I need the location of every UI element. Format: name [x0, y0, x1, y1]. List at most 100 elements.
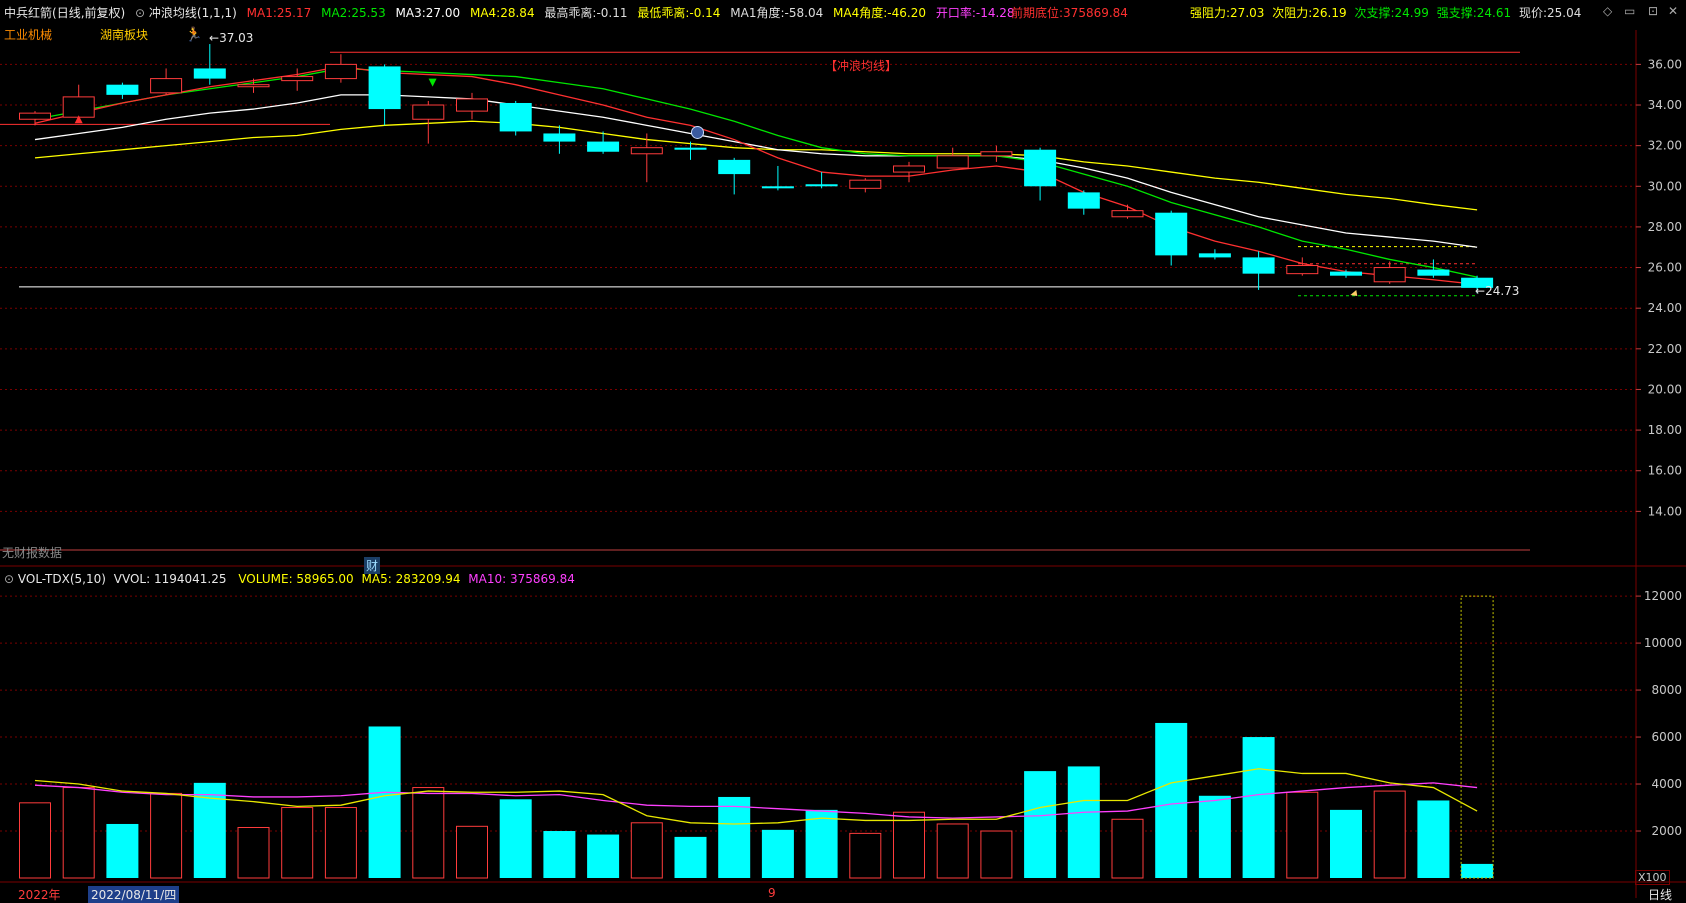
kline-chart[interactable]: 36.00 34.00 32.00 30.00 28.00 26.00 24.00 22.00…: [0, 0, 1686, 902]
chart-header: 中兵红箭(日线,前复权) ⊙ 冲浪均线(1,1,1) MA1:25.17 MA2…: [4, 4, 1015, 21]
volume-bar: [761, 829, 794, 878]
volume-bar: [1067, 766, 1100, 878]
close-icon[interactable]: ✕: [1668, 4, 1678, 18]
volume-bar: [456, 825, 488, 879]
industry-tag[interactable]: 工业机械: [4, 26, 52, 43]
candle-body: [499, 102, 532, 132]
candle-body: [237, 84, 270, 88]
cross-marker-icon: [691, 125, 704, 139]
volume-bar: [1330, 809, 1362, 878]
open-rate-value: -14.28: [975, 6, 1015, 20]
volume-indicator-name[interactable]: VOL-TDX(5,10): [18, 572, 106, 586]
candle-body: [936, 155, 969, 169]
candle-body: [630, 147, 663, 155]
open-rate-label: 开口率:: [935, 6, 976, 20]
prev-low-value: 375869.84: [1063, 6, 1128, 20]
candle-body: [1198, 253, 1231, 258]
candle-body: [1067, 192, 1100, 209]
ma4-label: MA4:: [469, 6, 501, 20]
candle-body: [1286, 265, 1319, 275]
prev-low-stat: 前期底位:375869.84: [1011, 4, 1128, 21]
volume-bar: [19, 802, 51, 879]
volume-bar: [718, 796, 751, 878]
candle-body: [980, 151, 1013, 157]
volume-bar: [1461, 863, 1494, 878]
runner-icon: 🏃: [185, 27, 203, 43]
no-data-label: 无财报数据: [2, 546, 63, 560]
volume-dropdown-icon[interactable]: ⊙: [4, 572, 14, 586]
low-dev-value: -0.14: [689, 6, 721, 20]
volume-value: VOLUME: 58965.00: [238, 572, 354, 586]
candle-body: [587, 141, 620, 152]
candle-body: [805, 184, 838, 187]
maximize-icon[interactable]: ⊡: [1648, 4, 1658, 18]
down-arrow-marker: [428, 78, 437, 87]
ma1-angle-value: -58.04: [784, 6, 824, 20]
month-marker: 9: [768, 886, 776, 900]
ma3-label: MA3:: [395, 6, 426, 20]
ma2-label: MA2:: [321, 6, 352, 20]
support-resistance-stats: 强阻力:27.03 次阻力:26.19 次支撑:24.99 强支撑:24.61 …: [1190, 4, 1581, 21]
hand-pointer-icon: [1350, 289, 1358, 296]
window-tile-icon[interactable]: ▭: [1624, 4, 1635, 18]
indicator-name[interactable]: 冲浪均线(1,1,1): [149, 6, 237, 20]
volume-bar: [368, 726, 401, 878]
volume-bar: [324, 807, 357, 879]
candle-body: [1417, 269, 1450, 276]
prev-low-label: 前期底位:: [1011, 6, 1064, 20]
diamond-icon[interactable]: ◇: [1603, 4, 1612, 18]
volume-bar: [849, 832, 882, 879]
candle-body: [19, 112, 51, 120]
vvol-value: VVOL: 1194041.25: [113, 572, 227, 586]
candle-body: [1111, 210, 1144, 218]
low-dev-label: 最低乖离:: [637, 6, 690, 20]
candle-body: [281, 76, 314, 82]
high-dev-label: 最高乖离:: [544, 6, 597, 20]
volume-bar: [936, 823, 969, 879]
candle-body: [674, 147, 707, 150]
ma4-angle-label: MA4角度:: [833, 6, 888, 20]
volume-bar: [543, 831, 576, 878]
volume-bar: [587, 834, 620, 878]
candle-body: [62, 96, 95, 118]
region-tag[interactable]: 湖南板块: [100, 26, 148, 43]
multiplier-label: X100: [1635, 870, 1670, 885]
price-tick-label: 16.00: [1648, 464, 1682, 478]
price-tick-label: 30.00: [1648, 179, 1682, 193]
volume-bar: [499, 799, 532, 878]
volume-bar: [237, 826, 270, 879]
indicator-dropdown-icon[interactable]: ⊙: [135, 6, 145, 20]
strong-res-label: 强阻力:: [1190, 6, 1231, 20]
volume-bar: [630, 822, 663, 879]
volume-bar: [1373, 790, 1406, 879]
ma4-value: 28.84: [500, 6, 535, 20]
candle-body: [1242, 257, 1275, 274]
period-button[interactable]: 日线: [1648, 886, 1672, 903]
candle-body: [324, 63, 357, 80]
ma4-line: [34, 120, 1478, 211]
volume-tick-label: 8000: [1651, 683, 1682, 697]
ma1-label: MA1:: [246, 6, 277, 20]
volume-bar: [62, 787, 95, 879]
high-mark-label: ←37.03: [209, 31, 254, 45]
volume-bar: [805, 809, 838, 878]
low-mark-value: 24.73: [1485, 284, 1520, 298]
volume-bar: [1286, 791, 1319, 879]
volume-tick-label: 6000: [1651, 730, 1682, 744]
security-name[interactable]: 中兵红箭: [4, 6, 52, 20]
strong-res-value: 27.03: [1230, 6, 1265, 20]
ma1-line: [34, 65, 1478, 286]
candle-body: [849, 179, 882, 189]
price-tick-label: 28.00: [1648, 220, 1682, 234]
candle-body: [718, 159, 751, 175]
candle-body: [1024, 149, 1057, 187]
volume-tick-label: 12000: [1644, 589, 1682, 603]
volume-bar: [1198, 795, 1231, 878]
volume-bar: [674, 836, 707, 878]
price-tick-label: 34.00: [1648, 98, 1682, 112]
price-tick-label: 18.00: [1648, 423, 1682, 437]
volume-bar: [980, 830, 1013, 879]
sub-res-label: 次阻力:: [1272, 6, 1313, 20]
sub-sup-label: 次支撑:: [1354, 6, 1395, 20]
price-tick-label: 22.00: [1648, 342, 1682, 356]
